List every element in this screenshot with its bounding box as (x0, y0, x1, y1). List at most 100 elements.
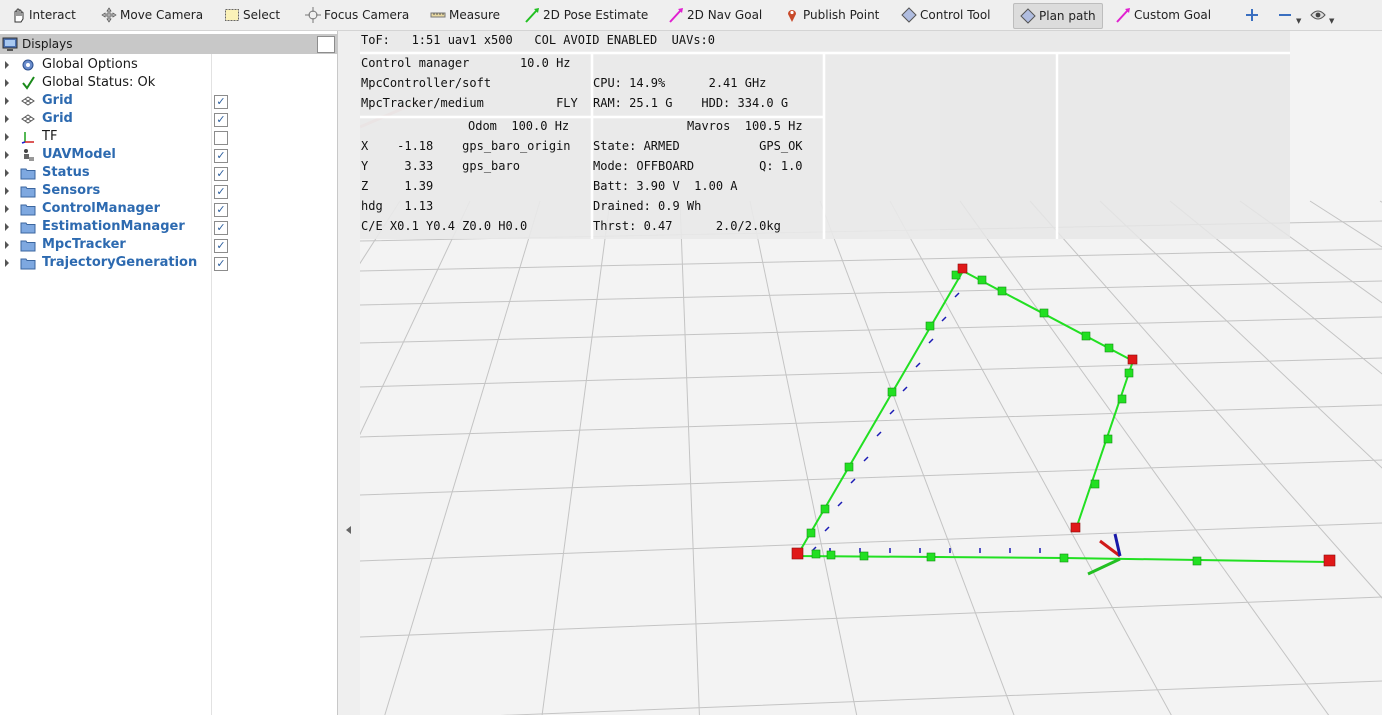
display-checkbox[interactable] (214, 131, 228, 145)
hud-mavros-header: Mavros 100.5 Hz (687, 119, 803, 133)
display-item-trajectorygeneration[interactable]: TrajectoryGeneration ✓ (0, 254, 337, 272)
hud-ram: RAM: 25.1 G HDD: 334.0 G (593, 96, 789, 110)
hand-pointer-icon (10, 7, 26, 23)
display-item-mpctracker[interactable]: MpcTracker ✓ (0, 236, 337, 254)
scene-canvas (360, 31, 1382, 715)
tool-custom-goal[interactable]: Custom Goal (1115, 3, 1211, 27)
render-viewport[interactable]: ToF: 1:51 uav1 x500 COL AVOID ENABLED UA… (360, 31, 1382, 715)
toolbar: Interact Move Camera Select Focus Camera… (0, 0, 1382, 31)
display-item-controlmanager[interactable]: ControlManager ✓ (0, 200, 337, 218)
panel-splitter[interactable] (338, 31, 360, 715)
hud-control-manager: Control manager 10.0 Hz (361, 56, 571, 70)
expand-arrow-icon[interactable] (5, 61, 9, 69)
robot-model-icon (20, 147, 36, 163)
folder-icon (20, 165, 36, 181)
folder-icon (20, 201, 36, 217)
tool-plan-path[interactable]: Plan path (1013, 3, 1103, 29)
remove-tool-button[interactable]: ▼ (1277, 3, 1301, 27)
monitor-icon (2, 36, 18, 52)
display-checkbox[interactable]: ✓ (214, 113, 228, 127)
tool-move-camera[interactable]: Move Camera (101, 3, 203, 27)
map-pin-icon (784, 7, 800, 23)
hud-cpu: CPU: 14.9% 2.41 GHz (593, 76, 767, 90)
display-checkbox[interactable]: ✓ (214, 149, 228, 163)
display-item-sensors[interactable]: Sensors ✓ (0, 182, 337, 200)
hud-odom-row: X -1.18 gps_baro_origin (361, 139, 571, 153)
display-checkbox[interactable]: ✓ (214, 239, 228, 253)
tool-label: Move Camera (120, 8, 204, 22)
display-item-grid[interactable]: Grid ✓ (0, 110, 337, 128)
displays-float-button[interactable] (317, 36, 335, 53)
hud-mavros-row: Thrst: 0.47 2.0/2.0kg (593, 219, 781, 233)
tool-publish-point[interactable]: Publish Point (784, 3, 879, 27)
display-label: TrajectoryGeneration (42, 255, 198, 270)
display-label: Global Status: Ok (42, 75, 156, 90)
display-label: ControlManager (42, 201, 161, 216)
tool-label: Measure (449, 8, 500, 22)
hud-mavros-row: Batt: 3.90 V 1.00 A (593, 179, 738, 193)
hud-mavros-row: Mode: OFFBOARD Q: 1.0 (593, 159, 803, 173)
hud-mavros-row: Drained: 0.9 Wh (593, 199, 702, 213)
display-checkbox[interactable]: ✓ (214, 203, 228, 217)
display-item-grid[interactable]: Grid ✓ (0, 92, 337, 110)
display-checkbox[interactable]: ✓ (214, 221, 228, 235)
hud-controller: MpcController/soft (361, 76, 492, 90)
tool-label: Select (243, 8, 281, 22)
display-item-uavmodel[interactable]: UAVModel ✓ (0, 146, 337, 164)
display-checkbox[interactable]: ✓ (214, 167, 228, 181)
folder-icon (20, 255, 36, 271)
ruler-icon (430, 7, 446, 23)
plus-icon (1244, 7, 1260, 23)
hud-odom-row: hdg 1.13 (361, 199, 434, 213)
expand-arrow-icon[interactable] (5, 205, 9, 213)
display-checkbox[interactable]: ✓ (214, 95, 228, 109)
tool-control-tool[interactable]: Control Tool (901, 3, 991, 27)
display-item-global-options[interactable]: Global Options (0, 56, 337, 74)
collapse-arrow-icon[interactable] (346, 526, 351, 534)
expand-arrow-icon[interactable] (5, 151, 9, 159)
display-checkbox[interactable]: ✓ (214, 185, 228, 199)
expand-arrow-icon[interactable] (5, 259, 9, 267)
add-tool-button[interactable] (1244, 3, 1263, 27)
display-item-global-status[interactable]: Global Status: Ok (0, 74, 337, 92)
grid-icon (20, 111, 36, 127)
hud-top-line: ToF: 1:51 uav1 x500 COL AVOID ENABLED UA… (361, 33, 716, 47)
display-label: EstimationManager (42, 219, 185, 234)
tool-interact[interactable]: Interact (10, 3, 76, 27)
display-label: UAVModel (42, 147, 116, 162)
display-label: Global Options (42, 57, 138, 72)
expand-arrow-icon[interactable] (5, 79, 9, 87)
eye-icon (1310, 7, 1326, 23)
magenta-arrow-icon (1115, 7, 1131, 23)
diamond-icon (901, 7, 917, 23)
view-options-button[interactable]: ▼ (1310, 3, 1334, 27)
tf-axes-icon (20, 129, 36, 145)
display-label: Grid (42, 93, 73, 108)
ground-grid (360, 200, 1382, 715)
expand-arrow-icon[interactable] (5, 133, 9, 141)
hud-odom-row: C/E X0.1 Y0.4 Z0.0 H0.0 (361, 219, 528, 233)
display-label: Sensors (42, 183, 101, 198)
expand-arrow-icon[interactable] (5, 223, 9, 231)
display-label: MpcTracker (42, 237, 126, 252)
expand-arrow-icon[interactable] (5, 169, 9, 177)
waypoints (806, 270, 1202, 566)
expand-arrow-icon[interactable] (5, 187, 9, 195)
tool-2d-nav-goal[interactable]: 2D Nav Goal (668, 3, 762, 27)
expand-arrow-icon[interactable] (5, 115, 9, 123)
tool-focus-camera[interactable]: Focus Camera (305, 3, 409, 27)
tool-select[interactable]: Select (224, 3, 280, 27)
display-item-tf[interactable]: TF (0, 128, 337, 146)
expand-arrow-icon[interactable] (5, 97, 9, 105)
displays-header: Displays (0, 34, 337, 54)
tool-2d-pose-estimate[interactable]: 2D Pose Estimate (524, 3, 648, 27)
folder-icon (20, 219, 36, 235)
displays-title: Displays (22, 37, 73, 51)
expand-arrow-icon[interactable] (5, 241, 9, 249)
display-item-estimationmanager[interactable]: EstimationManager ✓ (0, 218, 337, 236)
display-item-status[interactable]: Status ✓ (0, 164, 337, 182)
tool-measure[interactable]: Measure (430, 3, 500, 27)
hud-mavros-row: State: ARMED GPS_OK (593, 139, 803, 153)
display-checkbox[interactable]: ✓ (214, 257, 228, 271)
diamond-icon (1020, 8, 1036, 24)
